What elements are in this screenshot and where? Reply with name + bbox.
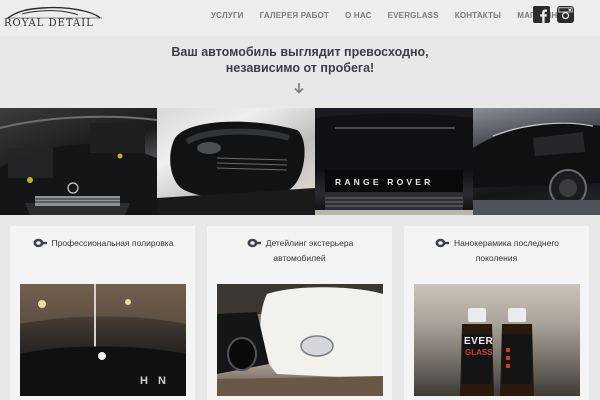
feature-title-line2: автомобилей	[273, 253, 326, 263]
everglass-bottle-label: EVER	[464, 336, 494, 347]
feature-card-nanoceramics[interactable]: Нанокерамика последнего поколения EVER G…	[404, 226, 589, 400]
polisher-icon	[434, 237, 449, 249]
arrow-down-icon[interactable]	[293, 81, 305, 94]
feature-title-line1: Профессиональная полировка	[51, 238, 174, 248]
nav-item-about[interactable]: О НАС	[345, 11, 372, 20]
instagram-icon[interactable]	[557, 6, 574, 23]
nav-item-gallery[interactable]: ГАЛЕРЕЯ РАБОТ	[260, 11, 329, 20]
hero-title: Ваш автомобиль выглядит превосходно, нез…	[150, 44, 450, 76]
facebook-icon[interactable]	[533, 6, 550, 23]
gallery-photo-carbon-mirror[interactable]	[157, 108, 315, 215]
feature-image-everglass: EVER GLASS	[414, 284, 580, 396]
nav-item-everglass[interactable]: EVERGLASS	[388, 11, 439, 20]
feature-title-line1: Детейлинг экстерьера	[265, 238, 354, 248]
nav-item-contacts[interactable]: КОНТАКТЫ	[455, 11, 501, 20]
everglass-bottle-sublabel: GLASS	[465, 348, 493, 357]
feature-title-line1: Нанокерамика последнего	[454, 238, 559, 248]
feature-image-exterior	[217, 284, 383, 396]
feature-title-line2: поколения	[475, 253, 518, 263]
polisher-icon	[32, 237, 47, 249]
main-nav: УСЛУГИ ГАЛЕРЕЯ РАБОТ О НАС EVERGLASS КОН…	[211, 11, 557, 20]
hero-title-line1: Ваш автомобиль выглядит превосходно,	[171, 45, 429, 59]
site-header: ROYAL DETAIL УСЛУГИ ГАЛЕРЕЯ РАБОТ О НАС …	[0, 0, 600, 36]
feature-card-polishing[interactable]: Профессиональная полировка HN	[10, 226, 195, 400]
nav-item-services[interactable]: УСЛУГИ	[211, 11, 244, 20]
feature-card-heading: Профессиональная полировка	[10, 236, 195, 251]
polisher-icon	[246, 237, 261, 249]
logo[interactable]: ROYAL DETAIL	[2, 2, 110, 32]
logo-text: ROYAL DETAIL	[4, 18, 94, 29]
feature-card-heading: Детейлинг экстерьера автомобилей	[207, 236, 392, 266]
feature-card-exterior-detailing[interactable]: Детейлинг экстерьера автомобилей	[207, 226, 392, 400]
gallery-photo-engine-bay[interactable]	[0, 108, 157, 215]
svg-text:HN: HN	[140, 375, 176, 387]
page: ROYAL DETAIL УСЛУГИ ГАЛЕРЕЯ РАБОТ О НАС …	[0, 0, 600, 400]
feature-card-heading: Нанокерамика последнего поколения	[404, 236, 589, 266]
feature-image-polishing: HN	[20, 284, 186, 396]
gallery-photo-black-car-side[interactable]	[473, 108, 600, 215]
range-rover-badge: RANGE ROVER	[335, 177, 434, 187]
gallery-photo-range-rover[interactable]: RANGE ROVER	[315, 108, 473, 215]
gallery-strip: RANGE ROVER	[0, 108, 600, 215]
hero-title-line2: независимо от пробега!	[225, 61, 375, 75]
